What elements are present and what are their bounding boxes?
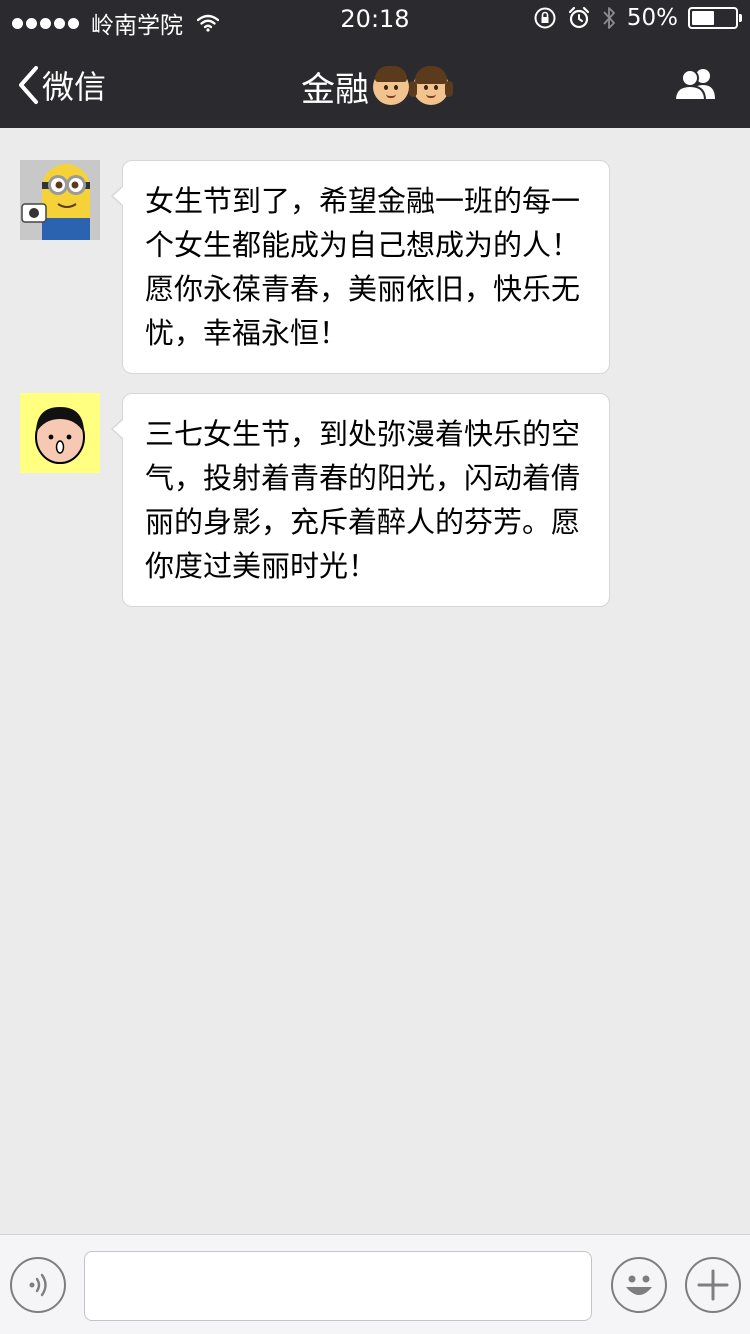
battery-percent: 50% [626,5,678,31]
boy-emoji-icon [373,65,409,105]
top-bar: 岭南学院 20:18 50% 微信 金融 [0,0,750,128]
chat-title-text: 金融 [301,70,369,110]
girl-emoji-icon [409,65,453,105]
chat-screen: 岭南学院 20:18 50% 微信 金融 女生节到了，希望金融一班的每一个女生都… [0,0,750,1334]
minion-avatar[interactable] [20,160,100,240]
emoji-icon [626,1275,652,1295]
group-members-icon[interactable] [672,66,720,102]
rotation-lock-icon [534,7,556,29]
input-bar [0,1234,750,1334]
message-bubble[interactable]: 三七女生节，到处弥漫着快乐的空气，投射着青春的阳光，闪动着倩丽的身影，充斥着醉人… [111,393,610,607]
alarm-icon [568,6,589,29]
bluetooth-icon [603,7,615,29]
cartoon-face-avatar-image [20,393,100,473]
chat-title: 金融 [0,62,750,111]
battery-icon [688,7,742,29]
voice-button[interactable] [10,1257,66,1313]
emoji-button[interactable] [611,1257,667,1313]
nav-bar: 微信 金融 [0,40,750,128]
cartoon-face-avatar[interactable] [20,393,100,473]
minion-avatar-image [20,160,100,240]
message-list[interactable]: 女生节到了，希望金融一班的每一个女生都能成为自己想成为的人！愿你永葆青春，美丽依… [0,128,750,1234]
plus-button[interactable] [685,1257,741,1313]
message-bubble[interactable]: 女生节到了，希望金融一班的每一个女生都能成为自己想成为的人！愿你永葆青春，美丽依… [111,160,610,374]
status-right: 50% [533,5,742,31]
voice-icon [29,1273,47,1297]
message-input[interactable] [84,1251,592,1321]
status-bar: 岭南学院 20:18 50% [0,0,750,40]
plus-icon [697,1269,729,1301]
